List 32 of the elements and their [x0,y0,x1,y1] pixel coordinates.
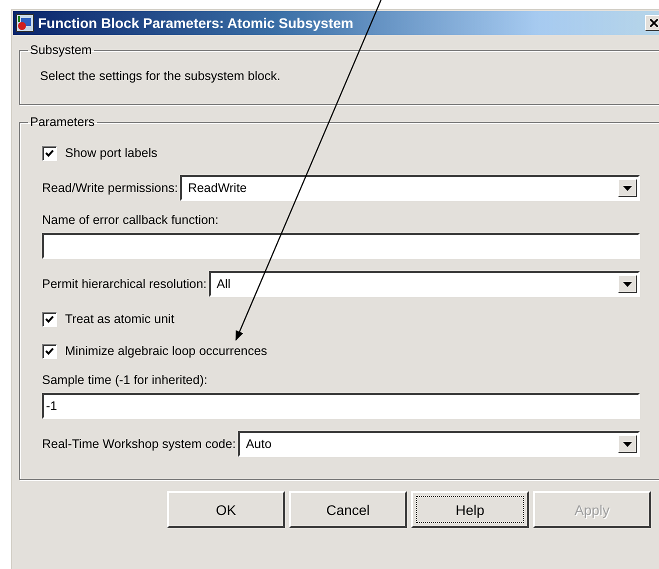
input-field[interactable]: -1 [42,393,640,419]
field-label: Name of error callback function: [42,213,220,227]
checkbox[interactable] [42,344,57,358]
dropdown-arrow-icon [623,442,632,446]
dropdown-arrow-icon [623,282,632,286]
field-label: Read/Write permissions: [42,181,178,195]
field-label: Permit hierarchical resolution: [42,277,207,291]
field-label: Sample time (-1 for inherited): [42,373,208,387]
checkbox-label: Show port labels [65,146,158,160]
check-icon [45,314,54,324]
check-icon [45,346,54,356]
checkbox-label: Minimize algebraic loop occurrences [65,344,268,358]
checkbox[interactable] [42,312,57,326]
dialog-button[interactable]: Help [411,491,529,528]
group-title: Subsystem [29,43,93,57]
dropdown[interactable]: ReadWrite [180,175,640,201]
field-label: Real-Time Workshop system code: [42,437,236,451]
group-title: Parameters [29,115,96,129]
block-app-icon [16,14,34,32]
check-icon [45,148,54,158]
dropdown-arrow-icon [623,186,632,190]
dropdown[interactable]: All [208,271,640,297]
checkbox-label: Treat as atomic unit [65,312,174,326]
dialog-button[interactable]: OK [167,491,285,528]
description: Select the settings for the subsystem block. [40,69,280,83]
dialog-button[interactable]: Cancel [289,491,407,528]
input-field[interactable] [42,233,640,259]
window-title: Function Block Parameters: Atomic Subsystem [38,15,354,31]
dropdown[interactable]: Auto [238,431,640,457]
checkbox[interactable] [42,146,57,160]
close-icon [650,19,658,27]
close-button[interactable] [645,15,659,31]
